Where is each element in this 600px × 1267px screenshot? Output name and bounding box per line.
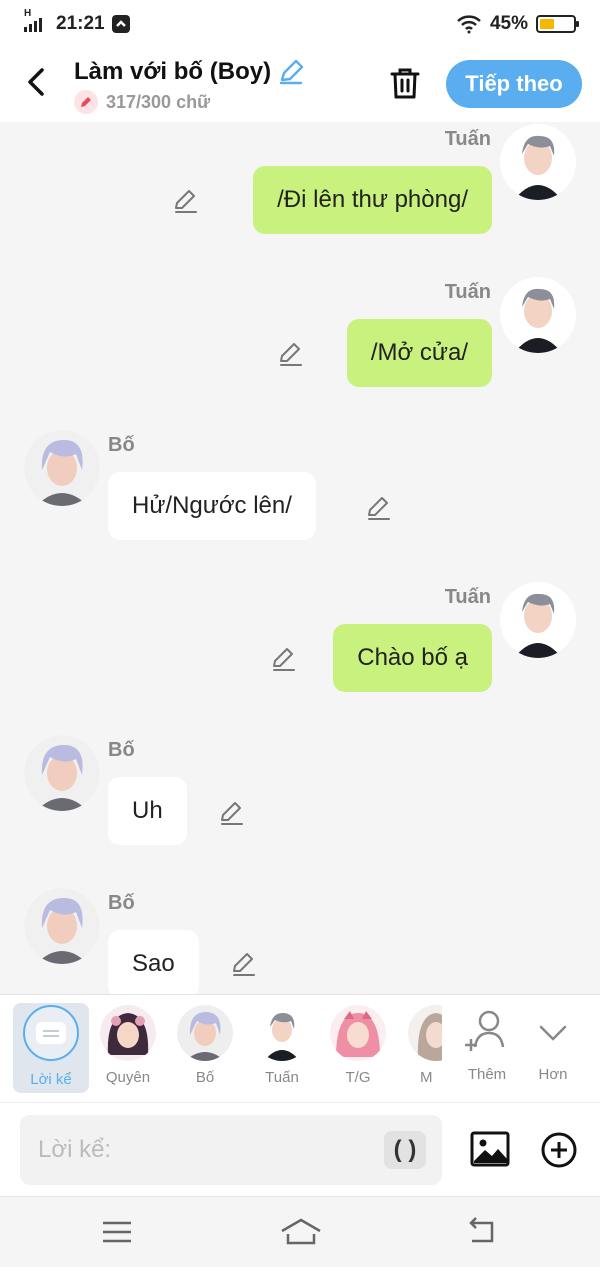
insert-image-button[interactable] bbox=[470, 1129, 510, 1169]
add-user-icon bbox=[465, 1010, 505, 1051]
edit-message-icon[interactable] bbox=[364, 494, 392, 522]
battery-percent: 45% bbox=[489, 13, 528, 34]
message-bubble[interactable]: Uh bbox=[108, 777, 187, 845]
character-label: Lời kể bbox=[30, 1071, 72, 1088]
chat-area[interactable]: Tuấn /Đi lên thư phòng/ Tuấn /Mở cửa/ Bố… bbox=[0, 122, 600, 994]
avatar-bo-icon bbox=[24, 735, 100, 811]
back-arrow-icon bbox=[469, 1217, 494, 1243]
avatar-tuan[interactable] bbox=[500, 124, 576, 200]
message-bubble[interactable]: /Mở cửa/ bbox=[346, 319, 492, 387]
character-narrator[interactable]: Lời kể bbox=[13, 1003, 89, 1093]
next-button[interactable]: Tiếp theo bbox=[446, 60, 582, 108]
composer-box: ( ) bbox=[20, 1115, 442, 1185]
more-button[interactable]: Hơn bbox=[516, 1005, 590, 1083]
avatar-tuan-icon bbox=[500, 277, 576, 353]
story-title[interactable]: Làm với bố (Boy) bbox=[74, 58, 305, 86]
status-bar: H 21:21 45% bbox=[0, 0, 600, 48]
sender-name: Tuấn bbox=[444, 128, 491, 150]
sender-name: Bố bbox=[108, 739, 135, 761]
parentheses-button[interactable]: ( ) bbox=[384, 1131, 426, 1169]
menu-button[interactable] bbox=[100, 1217, 134, 1247]
character-quyen[interactable]: Quyên bbox=[91, 1005, 165, 1086]
add-character-button[interactable]: Thêm bbox=[450, 1005, 524, 1083]
composer: ( ) bbox=[0, 1102, 600, 1196]
edit-message-icon[interactable] bbox=[229, 950, 257, 978]
character-tuan[interactable]: Tuấn bbox=[245, 1005, 319, 1086]
sender-name: Tuấn bbox=[444, 586, 491, 608]
more-label: Hơn bbox=[538, 1066, 568, 1083]
page-title: Làm với bố (Boy) bbox=[74, 58, 272, 85]
avatar-bo-icon bbox=[24, 888, 100, 964]
home-button[interactable] bbox=[280, 1217, 322, 1247]
avatar-m bbox=[408, 1005, 442, 1061]
back-nav-button[interactable] bbox=[464, 1217, 498, 1247]
avatar-bo[interactable] bbox=[24, 430, 100, 506]
sender-name: Bố bbox=[108, 892, 135, 914]
avatar-tg bbox=[330, 1005, 386, 1061]
home-icon bbox=[281, 1218, 321, 1245]
word-count: 317/300 chữ bbox=[74, 90, 210, 114]
trash-icon bbox=[390, 68, 420, 99]
header: Làm với bố (Boy) 317/300 chữ Tiếp theo bbox=[0, 48, 600, 122]
sender-name: Tuấn bbox=[444, 281, 491, 303]
menu-icon bbox=[103, 1221, 131, 1243]
character-bar: Lời kể Quyên Bố Tuấn T/G M Thêm Hơn bbox=[0, 994, 600, 1102]
image-icon bbox=[470, 1131, 510, 1167]
edit-message-icon[interactable] bbox=[217, 799, 245, 827]
edit-message-icon[interactable] bbox=[171, 187, 199, 215]
sender-name: Bố bbox=[108, 434, 135, 456]
avatar-tuan-icon bbox=[500, 124, 576, 200]
signal-icon: H bbox=[24, 8, 50, 32]
edit-message-icon[interactable] bbox=[269, 645, 297, 673]
delete-button[interactable] bbox=[386, 64, 424, 102]
narrator-icon bbox=[23, 1005, 79, 1061]
avatar-quyen bbox=[100, 1005, 156, 1061]
character-m[interactable]: M bbox=[398, 1005, 442, 1086]
chevron-left-icon bbox=[28, 68, 44, 96]
sync-icon bbox=[111, 15, 130, 33]
status-time: 21:21 bbox=[56, 13, 105, 34]
message-bubble[interactable]: Chào bố ạ bbox=[333, 624, 492, 692]
character-label: Bố bbox=[195, 1069, 215, 1086]
add-label: Thêm bbox=[467, 1066, 507, 1083]
back-button[interactable] bbox=[22, 62, 52, 102]
battery-icon bbox=[536, 15, 579, 33]
message-bubble[interactable]: /Đi lên thư phòng/ bbox=[253, 166, 492, 234]
avatar-tuan bbox=[254, 1005, 310, 1061]
chevron-down-icon bbox=[539, 1025, 567, 1041]
character-tg[interactable]: T/G bbox=[321, 1005, 395, 1086]
avatar-tuan[interactable] bbox=[500, 582, 576, 658]
avatar-tuan[interactable] bbox=[500, 277, 576, 353]
message-bubble[interactable]: Hử/Ngước lên/ bbox=[108, 472, 316, 540]
character-label: Quyên bbox=[105, 1069, 151, 1086]
character-label: T/G bbox=[345, 1069, 371, 1086]
avatar-bo[interactable] bbox=[24, 888, 100, 964]
avatar-bo[interactable] bbox=[24, 735, 100, 811]
pencil-badge-icon bbox=[74, 90, 98, 114]
character-label: Tuấn bbox=[265, 1069, 299, 1086]
edit-message-icon[interactable] bbox=[276, 340, 304, 368]
plus-circle-icon bbox=[541, 1132, 577, 1168]
edit-title-icon[interactable] bbox=[277, 58, 305, 86]
system-nav-bar bbox=[0, 1196, 600, 1267]
avatar-bo bbox=[177, 1005, 233, 1061]
character-label: M bbox=[420, 1069, 433, 1086]
avatar-tuan-icon bbox=[500, 582, 576, 658]
add-button[interactable] bbox=[540, 1131, 578, 1169]
avatar-bo-icon bbox=[24, 430, 100, 506]
character-bo[interactable]: Bố bbox=[168, 1005, 242, 1086]
message-bubble[interactable]: Sao bbox=[108, 930, 199, 994]
wifi-icon bbox=[457, 15, 481, 34]
word-count-text: 317/300 chữ bbox=[106, 91, 211, 112]
message-input[interactable] bbox=[38, 1115, 378, 1185]
